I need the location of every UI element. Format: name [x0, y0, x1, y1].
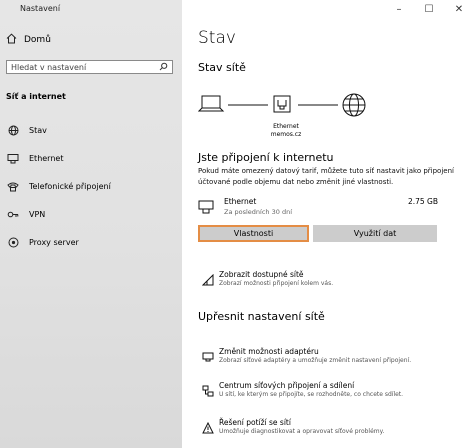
network-status-heading: Stav sítě — [198, 61, 246, 74]
available-networks-icon — [201, 271, 214, 290]
window-controls: – ☐ ✕ — [384, 0, 474, 18]
sidebar-item-ethernet[interactable]: Ethernet — [6, 144, 182, 172]
sidebar-item-label: Telefonické připojení — [29, 181, 111, 191]
data-usage-button[interactable]: Využití dat — [313, 225, 437, 242]
connected-heading: Jste připojení k internetu — [198, 151, 334, 164]
maximize-button[interactable]: ☐ — [414, 0, 444, 18]
adapter-period: Za posledních 30 dní — [224, 208, 292, 216]
sidebar-item-label: Stav — [29, 125, 47, 135]
ethernet-adapter-icon — [198, 199, 216, 218]
adapter-icon — [202, 348, 214, 367]
search-input[interactable]: Hledat v nastavení — [6, 60, 173, 74]
warning-icon — [202, 419, 214, 438]
network-label: Ethernet memos.cz — [266, 123, 306, 139]
ethernet-adapter-icon — [273, 95, 291, 113]
sidebar-item-status[interactable]: Stav — [6, 116, 182, 144]
main-pane: – ☐ ✕ Stav Stav sítě Ethernet memos.cz J… — [182, 0, 474, 448]
link-title: Centrum síťových připojení a sdílení — [219, 381, 355, 390]
adapter-usage-row: Ethernet Za posledních 30 dní 2.75 GB — [198, 195, 438, 217]
close-button[interactable]: ✕ — [444, 0, 474, 18]
page-title: Stav — [198, 28, 236, 48]
advanced-settings-heading: Upřesnit nastavení sítě — [198, 310, 325, 323]
network-type: Ethernet — [273, 123, 299, 130]
sidebar-nav: Stav Ethernet Telefonické připojení VPN … — [6, 116, 182, 256]
home-link[interactable]: Domů — [6, 33, 51, 47]
app-title: Nastavení — [20, 4, 61, 13]
link-title: Zobrazit dostupné sítě — [219, 270, 304, 279]
connected-description: Pokud máte omezený datový tarif, můžete … — [198, 167, 454, 186]
vpn-icon — [6, 209, 20, 220]
network-diagram — [198, 93, 366, 117]
dialup-icon — [6, 181, 20, 192]
link-desc: U sítí, ke kterým se připojíte, se rozho… — [219, 391, 404, 398]
search-icon — [159, 62, 168, 73]
internet-globe-icon — [342, 93, 366, 117]
proxy-icon — [6, 237, 20, 248]
properties-button[interactable]: Vlastnosti — [198, 225, 309, 242]
link-desc: Zobrazí možnosti připojení kolem vás. — [219, 280, 334, 287]
sidebar-item-proxy[interactable]: Proxy server — [6, 228, 182, 256]
computer-icon — [198, 95, 225, 112]
sidebar: Nastavení Domů Hledat v nastavení Síť a … — [0, 0, 182, 448]
sidebar-item-vpn[interactable]: VPN — [6, 200, 182, 228]
sharing-center-icon — [202, 382, 214, 401]
globe-icon — [6, 125, 20, 136]
search-placeholder: Hledat v nastavení — [11, 62, 87, 72]
link-title: Změnit možnosti adaptéru — [219, 347, 319, 356]
home-icon — [6, 33, 17, 47]
link-title: Řešení potíží se sítí — [219, 418, 291, 427]
sidebar-section-heading: Síť a internet — [6, 92, 66, 101]
link-desc: Zobrazí síťové adaptéry a umožňuje změni… — [219, 357, 412, 364]
network-name: memos.cz — [270, 131, 302, 138]
ethernet-icon — [6, 153, 20, 164]
sidebar-item-label: Ethernet — [29, 153, 64, 163]
sidebar-item-label: VPN — [29, 209, 46, 219]
link-desc: Umožňuje diagnostikovat a opravovat síťo… — [219, 428, 385, 435]
home-label: Domů — [24, 35, 51, 45]
minimize-button[interactable]: – — [384, 0, 414, 18]
sidebar-item-dialup[interactable]: Telefonické připojení — [6, 172, 182, 200]
adapter-usage: 2.75 GB — [407, 197, 438, 206]
adapter-name: Ethernet — [224, 197, 257, 206]
sidebar-item-label: Proxy server — [29, 237, 79, 247]
